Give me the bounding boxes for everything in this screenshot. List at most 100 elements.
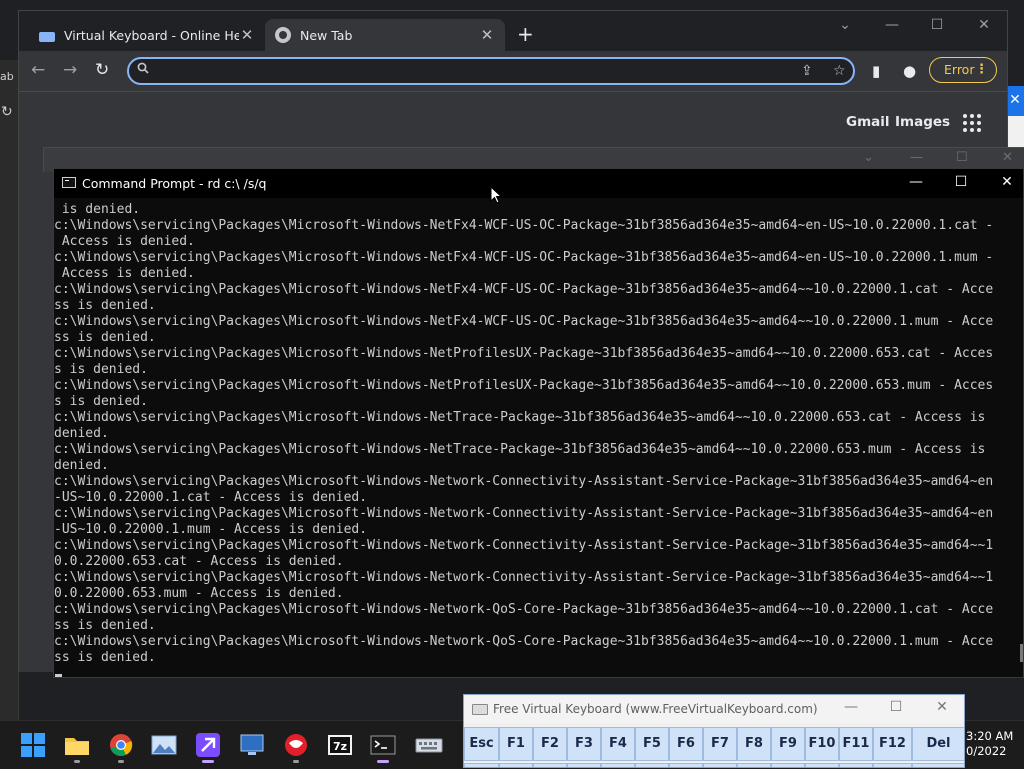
vk-key-f7[interactable]: F7 bbox=[703, 727, 737, 761]
system-clock[interactable]: 3:20 AM 0/2022 bbox=[966, 729, 1013, 759]
cmd-output[interactable]: is denied. c:\Windows\servicing\Packages\… bbox=[54, 202, 1022, 672]
vk-next-row-key[interactable] bbox=[635, 763, 669, 767]
more-menu-icon[interactable]: ⋮ bbox=[975, 58, 988, 82]
vk-next-row-key[interactable] bbox=[737, 763, 771, 767]
vk-next-row-key[interactable] bbox=[805, 763, 839, 767]
vk-key-esc[interactable]: Esc bbox=[464, 727, 499, 761]
console-line: ss is denied. bbox=[54, 298, 156, 313]
command-prompt-window[interactable]: Command Prompt - rd c:\ /s/q — ☐ ✕ is de… bbox=[53, 168, 1024, 678]
clock-time: 3:20 AM bbox=[966, 729, 1014, 743]
console-line: c:\Windows\servicing\Packages\Microsoft-… bbox=[54, 634, 994, 649]
maximize-icon[interactable]: ☐ bbox=[922, 17, 952, 33]
tab-virtual-keyboard-help[interactable]: Virtual Keyboard - Online Help ✕ bbox=[29, 19, 265, 51]
taskbar-virtual-keyboard[interactable] bbox=[412, 728, 446, 762]
vk-next-row-key[interactable] bbox=[873, 763, 912, 767]
reload-icon[interactable]: ↻ bbox=[95, 60, 109, 80]
vk-key-del[interactable]: Del bbox=[912, 727, 964, 761]
chrome-favicon-icon bbox=[275, 27, 291, 43]
taskbar-7zip[interactable]: 7z bbox=[323, 728, 357, 762]
text-cursor bbox=[55, 674, 62, 677]
virtual-keyboard-window[interactable]: Free Virtual Keyboard (www.FreeVirtualKe… bbox=[463, 694, 965, 768]
new-tab-plus-icon[interactable]: + bbox=[517, 24, 534, 44]
clock-date: 0/2022 bbox=[966, 744, 1007, 758]
back-icon[interactable]: ← bbox=[31, 60, 45, 80]
vk-next-row-key[interactable] bbox=[839, 763, 873, 767]
taskbar-command-prompt[interactable] bbox=[366, 728, 400, 763]
cmd-maximize-icon[interactable]: ☐ bbox=[951, 174, 971, 190]
vk-key-f1[interactable]: F1 bbox=[499, 727, 533, 761]
vk-key-f2[interactable]: F2 bbox=[533, 727, 567, 761]
address-input[interactable] bbox=[159, 61, 763, 83]
bookmark-star-icon[interactable]: ☆ bbox=[833, 63, 846, 79]
console-line: c:\Windows\servicing\Packages\Microsoft-… bbox=[54, 570, 994, 585]
tab-search-chevron-icon[interactable]: ⌄ bbox=[830, 17, 860, 33]
background-window-right bbox=[1006, 116, 1024, 148]
vk-maximize-icon[interactable]: ☐ bbox=[886, 699, 906, 715]
profile-avatar-icon[interactable]: ● bbox=[903, 62, 916, 80]
vk-next-row-key[interactable] bbox=[533, 763, 567, 767]
vk-key-f10[interactable]: F10 bbox=[805, 727, 839, 761]
console-line: denied. bbox=[54, 426, 109, 441]
console-line: c:\Windows\servicing\Packages\Microsoft-… bbox=[54, 410, 986, 425]
vk-next-row-key[interactable] bbox=[912, 763, 964, 767]
vk-next-row-key[interactable] bbox=[567, 763, 601, 767]
google-apps-icon[interactable] bbox=[963, 114, 981, 132]
vk-next-row-key[interactable] bbox=[703, 763, 737, 767]
minimize-icon[interactable]: — bbox=[877, 17, 907, 33]
console-line: ss is denied. bbox=[54, 618, 156, 633]
forward-icon[interactable]: → bbox=[63, 60, 77, 80]
error-label: Error bbox=[944, 62, 975, 77]
vk-key-f8[interactable]: F8 bbox=[737, 727, 771, 761]
console-line: c:\Windows\servicing\Packages\Microsoft-… bbox=[54, 474, 994, 489]
close-icon[interactable]: ✕ bbox=[969, 17, 999, 33]
taskbar-chrome[interactable] bbox=[104, 728, 138, 763]
vk-key-f9[interactable]: F9 bbox=[771, 727, 805, 761]
vk-key-f5[interactable]: F5 bbox=[635, 727, 669, 761]
vk-key-f6[interactable]: F6 bbox=[669, 727, 703, 761]
cmd-minimize-icon[interactable]: — bbox=[906, 174, 926, 190]
command-prompt-icon bbox=[370, 735, 396, 755]
console-line: ss is denied. bbox=[54, 650, 156, 665]
cmd-scrollbar[interactable] bbox=[1020, 644, 1023, 662]
vk-key-f3[interactable]: F3 bbox=[567, 727, 601, 761]
vk-next-row-key[interactable] bbox=[771, 763, 805, 767]
taskbar-media-player[interactable] bbox=[279, 728, 313, 763]
start-button[interactable] bbox=[16, 728, 50, 762]
share-icon[interactable]: ⇪ bbox=[801, 63, 813, 79]
vk-next-row-key[interactable] bbox=[499, 763, 533, 767]
vk-next-row-key[interactable] bbox=[669, 763, 703, 767]
taskbar-photos[interactable] bbox=[147, 728, 181, 762]
vk-key-f11[interactable]: F11 bbox=[839, 727, 873, 761]
vk-close-icon[interactable]: ✕ bbox=[932, 699, 952, 715]
taskbar-file-explorer[interactable] bbox=[60, 728, 94, 763]
cmd-title-bar[interactable]: Command Prompt - rd c:\ /s/q — ☐ ✕ bbox=[54, 169, 1023, 198]
gmail-link[interactable]: Gmail bbox=[846, 114, 890, 130]
tab-close-icon[interactable]: ✕ bbox=[239, 26, 255, 44]
vk-key-f4[interactable]: F4 bbox=[601, 727, 635, 761]
taskbar-store-app[interactable] bbox=[191, 728, 225, 763]
background-close-icon: ✕ bbox=[1006, 86, 1024, 116]
vk-next-row-key[interactable] bbox=[464, 763, 499, 767]
tab-new-tab[interactable]: New Tab ✕ bbox=[265, 19, 505, 51]
vk-title-bar[interactable]: Free Virtual Keyboard (www.FreeVirtualKe… bbox=[464, 695, 964, 723]
browser-toolbar: ← → ↻ ⇪ ☆ ▮ ● Error ⋮ bbox=[19, 51, 1007, 91]
mouse-pointer-icon bbox=[490, 186, 502, 204]
ghost-close-icon: ✕ bbox=[1002, 150, 1013, 165]
side-panel-icon[interactable]: ▮ bbox=[872, 62, 880, 80]
images-link[interactable]: Images bbox=[895, 114, 950, 130]
cmd-close-icon[interactable]: ✕ bbox=[997, 174, 1017, 190]
address-bar[interactable]: ⇪ ☆ bbox=[127, 57, 855, 85]
console-line: -US~10.0.22000.1.mum - Access is denied. bbox=[54, 522, 368, 537]
vk-minimize-icon[interactable]: — bbox=[841, 699, 861, 715]
tab-close-icon[interactable]: ✕ bbox=[479, 26, 495, 44]
running-indicator bbox=[74, 760, 80, 763]
7zip-icon: 7z bbox=[328, 735, 352, 755]
background-window-label: ab bbox=[0, 70, 14, 83]
vk-next-row-key[interactable] bbox=[601, 763, 635, 767]
vk-key-f12[interactable]: F12 bbox=[873, 727, 912, 761]
console-line: s is denied. bbox=[54, 394, 148, 409]
taskbar-remote-desktop[interactable] bbox=[235, 728, 269, 762]
error-profile-button[interactable]: Error ⋮ bbox=[929, 57, 997, 83]
keyboard-favicon-icon bbox=[39, 31, 55, 42]
remote-desktop-icon bbox=[240, 734, 264, 755]
